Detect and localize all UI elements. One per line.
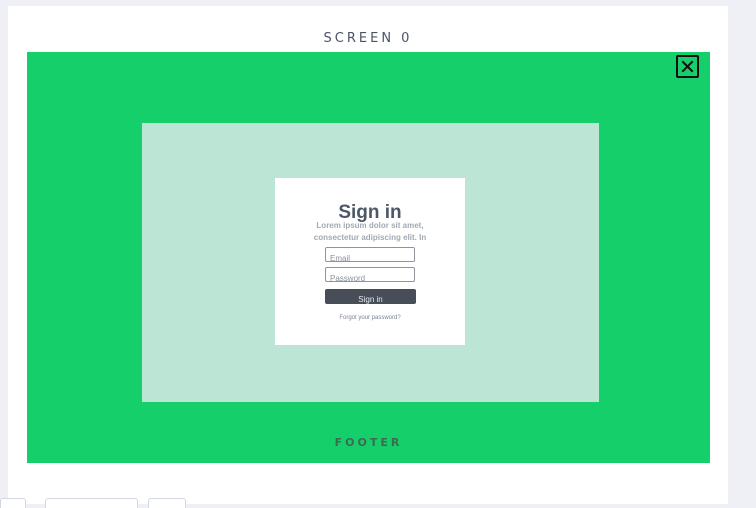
- signin-title: Sign in: [338, 202, 402, 222]
- screen-title: SCREEN 0: [323, 31, 413, 46]
- footer-label: FOOTER: [334, 436, 403, 449]
- content-panel: Sign in Lorem ipsum dolor sit amet, cons…: [142, 123, 599, 402]
- signin-description: Lorem ipsum dolor sit amet, consectetur …: [313, 221, 427, 242]
- signin-button[interactable]: Sign in: [325, 289, 416, 304]
- tab-chip[interactable]: [148, 498, 186, 508]
- tab-chip[interactable]: [45, 498, 138, 508]
- modal-overlay: Sign in Lorem ipsum dolor sit amet, cons…: [27, 52, 710, 463]
- password-field-wrapper: [325, 267, 415, 282]
- tab-chip[interactable]: [0, 498, 26, 508]
- email-field-wrapper: [325, 247, 415, 262]
- screen-card: SCREEN 0 Sign in Lorem ipsum dolor sit a…: [8, 6, 728, 504]
- close-icon: [681, 60, 694, 73]
- bottom-tabs: [0, 498, 756, 508]
- forgot-password-link[interactable]: Forgot your password?: [275, 315, 465, 321]
- email-field[interactable]: [326, 250, 414, 261]
- close-button[interactable]: [676, 55, 699, 78]
- signin-card: Sign in Lorem ipsum dolor sit amet, cons…: [275, 178, 465, 345]
- password-field[interactable]: [326, 270, 414, 281]
